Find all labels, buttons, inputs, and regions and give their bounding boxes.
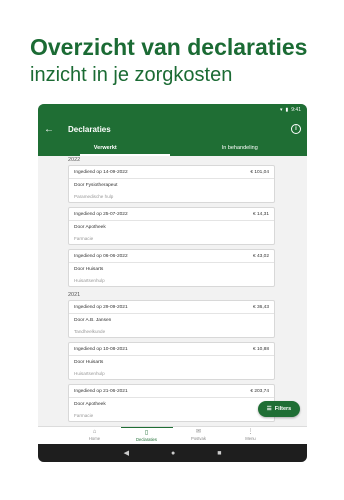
tab-in-behandeling[interactable]: In behandeling (173, 143, 308, 156)
nav-label: Menu (245, 436, 256, 441)
wifi-icon: ▾ (279, 106, 283, 113)
filters-button[interactable]: ☰ Filters (258, 401, 300, 417)
claim-provider: Door A.B. Jansen (74, 318, 112, 323)
tablet-device: ▾ ▮ 9:41 ← Declaraties i Verwerkt In beh… (38, 104, 307, 462)
claim-amount: € 203,74 (250, 389, 269, 394)
divider (69, 178, 274, 179)
nav-item-menu[interactable]: ⋮ Menu (225, 427, 277, 444)
divider (69, 220, 274, 221)
bottom-navigation: ⌂ Home ▯ Declaraties ✉ Postvak ⋮ Menu (38, 426, 307, 444)
filter-icon: ☰ (266, 406, 272, 412)
nav-label: Declaraties (136, 436, 157, 442)
tab-bar: Verwerkt In behandeling (38, 143, 307, 156)
page-title: Declaraties (68, 124, 111, 134)
divider (69, 313, 274, 314)
claim-card[interactable]: Ingediend op 21-06-2021 € 203,74 Door Ap… (68, 384, 275, 422)
more-vertical-icon: ⋮ (247, 429, 254, 435)
nav-item-home[interactable]: ⌂ Home (69, 427, 121, 444)
claim-amount: € 10,88 (252, 347, 269, 352)
status-bar: ▾ ▮ 9:41 (38, 104, 307, 115)
claim-category: Huisartsenhulp (74, 278, 105, 283)
claim-card[interactable]: Ingediend op 29-09-2021 € 36,43 Door A.B… (68, 300, 275, 338)
mail-icon: ✉ (195, 429, 202, 435)
system-back-icon[interactable]: ◀ (124, 449, 129, 457)
claim-date: Ingediend op 21-06-2021 (74, 389, 128, 394)
claim-category: Paramedische hulp (74, 194, 114, 199)
nav-item-postvak[interactable]: ✉ Postvak (173, 427, 225, 444)
promo-headline: Overzicht van declaraties (30, 34, 308, 60)
claim-provider: Door Huisarts (74, 267, 104, 272)
system-navigation-bar: ◀ ● ■ (38, 444, 307, 462)
claim-amount: € 36,43 (252, 305, 269, 310)
nav-item-declaraties[interactable]: ▯ Declaraties (120, 427, 173, 444)
claim-date: Ingediend op 14-09-2022 (74, 170, 128, 175)
nav-label: Home (88, 436, 101, 441)
claim-provider: Door Fysiotherapeut (74, 183, 118, 188)
claim-category: Tandheelkunde (74, 329, 106, 334)
status-time: 9:41 (291, 106, 301, 113)
app-screen: ▾ ▮ 9:41 ← Declaraties i Verwerkt In beh… (38, 104, 307, 462)
claim-amount: € 14,31 (252, 212, 269, 217)
claim-card[interactable]: Ingediend op 06-06-2022 € 43,02 Door Hui… (68, 249, 275, 287)
claim-date: Ingediend op 06-06-2022 (74, 254, 128, 259)
year-header: 2022 (68, 157, 81, 163)
year-header: 2021 (68, 292, 81, 298)
divider (69, 355, 274, 356)
claim-card[interactable]: Ingediend op 10-08-2021 € 10,88 Door Hui… (68, 342, 275, 380)
divider (69, 262, 274, 263)
claim-amount: € 43,02 (252, 254, 269, 259)
promo-subline: inzicht in je zorgkosten (30, 64, 233, 86)
claim-provider: Door Huisarts (74, 360, 104, 365)
home-icon: ⌂ (92, 429, 97, 435)
claim-category: Farmacie (74, 236, 94, 241)
claim-provider: Door Apotheek (74, 225, 106, 230)
filters-label: Filters (274, 406, 292, 412)
claim-category: Huisartsenhulp (74, 371, 105, 376)
divider (69, 397, 274, 398)
claim-category: Farmacie (74, 413, 94, 418)
app-bar: ← Declaraties i (38, 115, 307, 143)
claim-card[interactable]: Ingediend op 25-07-2022 € 14,31 Door Apo… (68, 207, 275, 245)
claim-provider: Door Apotheek (74, 402, 106, 407)
claim-amount: € 101,04 (250, 170, 269, 175)
document-icon: ▯ (144, 429, 149, 436)
claim-date: Ingediend op 29-09-2021 (74, 305, 128, 310)
claims-list[interactable]: 2022 Ingediend op 14-09-2022 € 101,04 Do… (38, 156, 307, 426)
claim-date: Ingediend op 25-07-2022 (74, 212, 128, 217)
arrow-left-icon[interactable]: ← (44, 124, 58, 135)
claim-date: Ingediend op 10-08-2021 (74, 347, 128, 352)
battery-icon: ▮ (285, 106, 289, 113)
system-recents-icon[interactable]: ■ (217, 450, 221, 457)
nav-label: Postvak (191, 436, 206, 441)
claim-card[interactable]: Ingediend op 14-09-2022 € 101,04 Door Fy… (68, 165, 275, 203)
system-home-icon[interactable]: ● (171, 450, 175, 457)
info-icon[interactable]: i (291, 124, 301, 134)
